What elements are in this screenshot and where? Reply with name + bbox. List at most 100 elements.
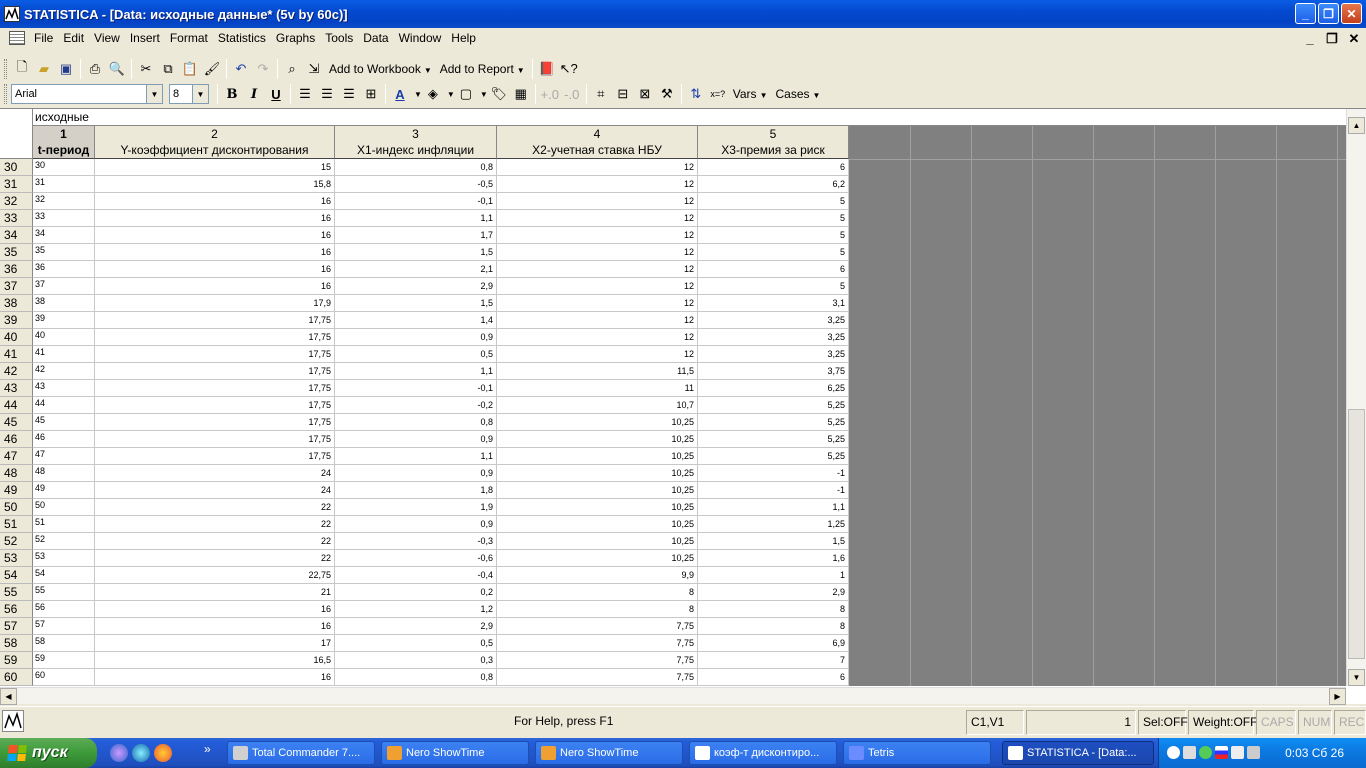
row-header[interactable]: 40 <box>0 329 33 346</box>
table-cell[interactable]: 21 <box>95 584 335 601</box>
grid-icon[interactable]: ▦ <box>510 83 532 105</box>
row-header[interactable]: 52 <box>0 533 33 550</box>
table-cell[interactable]: 40 <box>33 329 95 346</box>
quicklaunch-more-icon[interactable]: » <box>204 742 211 756</box>
sheet-corner[interactable] <box>0 109 33 159</box>
table-cell[interactable]: 1,5 <box>698 533 849 550</box>
table-cell[interactable]: 17,75 <box>95 448 335 465</box>
table-cell[interactable]: 50 <box>33 499 95 516</box>
table-cell[interactable]: 48 <box>33 465 95 482</box>
table-cell[interactable]: 1,25 <box>698 516 849 533</box>
menu-format[interactable]: Format <box>165 31 213 45</box>
table-cell[interactable]: 12 <box>497 261 698 278</box>
table-cell[interactable]: 6 <box>698 669 849 686</box>
table-cell[interactable]: 10,25 <box>497 482 698 499</box>
table-cell[interactable]: 39 <box>33 312 95 329</box>
row-header[interactable]: 44 <box>0 397 33 414</box>
borders-icon[interactable]: ▢ <box>455 83 477 105</box>
column-header-1[interactable]: 1 t-период <box>33 126 95 159</box>
start-button[interactable]: пуск <box>0 738 97 768</box>
table-cell[interactable]: 5 <box>698 227 849 244</box>
table-cell[interactable]: 43 <box>33 380 95 397</box>
table-cell[interactable]: 16 <box>95 601 335 618</box>
table-cell[interactable]: 17 <box>95 635 335 652</box>
scroll-thumb[interactable] <box>1348 409 1365 659</box>
row-header[interactable]: 37 <box>0 278 33 295</box>
table-cell[interactable]: 6,25 <box>698 380 849 397</box>
table-cell[interactable]: 1,1 <box>335 448 497 465</box>
table-cell[interactable]: 42 <box>33 363 95 380</box>
menu-edit[interactable]: Edit <box>58 31 89 45</box>
row-header[interactable]: 34 <box>0 227 33 244</box>
table-cell[interactable]: 0,2 <box>335 584 497 601</box>
table-cell[interactable]: 5,25 <box>698 397 849 414</box>
row-header[interactable]: 58 <box>0 635 33 652</box>
row-header[interactable]: 41 <box>0 346 33 363</box>
table-cell[interactable]: 7,75 <box>497 652 698 669</box>
table-cell[interactable]: 0,9 <box>335 431 497 448</box>
save-icon[interactable]: ▣ <box>55 58 77 80</box>
row-header[interactable]: 47 <box>0 448 33 465</box>
table-cell[interactable]: 55 <box>33 584 95 601</box>
row-header[interactable]: 54 <box>0 567 33 584</box>
table-cell[interactable]: 3,25 <box>698 346 849 363</box>
table-cell[interactable]: 10,25 <box>497 431 698 448</box>
doc-close-icon[interactable]: ✕ <box>1344 30 1364 47</box>
table-cell[interactable]: 22 <box>95 516 335 533</box>
row-header[interactable]: 43 <box>0 380 33 397</box>
table-cell[interactable]: 6,9 <box>698 635 849 652</box>
horizontal-scrollbar[interactable]: ◀ ▶ <box>0 687 1346 705</box>
table-cell[interactable]: 7,75 <box>497 635 698 652</box>
table-cell[interactable]: 1,4 <box>335 312 497 329</box>
row-header[interactable]: 56 <box>0 601 33 618</box>
table-cell[interactable]: 12 <box>497 176 698 193</box>
redo-icon[interactable]: ↷ <box>252 58 274 80</box>
table-cell[interactable]: 10,7 <box>497 397 698 414</box>
table-cell[interactable]: 16 <box>95 618 335 635</box>
table-cell[interactable]: 3,1 <box>698 295 849 312</box>
table-cell[interactable]: 1,5 <box>335 295 497 312</box>
table-cell[interactable]: 17,75 <box>95 363 335 380</box>
table-cell[interactable]: 45 <box>33 414 95 431</box>
table-cell[interactable]: 8 <box>497 601 698 618</box>
table-cell[interactable]: 1,1 <box>698 499 849 516</box>
row-header[interactable]: 38 <box>0 295 33 312</box>
table-cell[interactable]: 53 <box>33 550 95 567</box>
data-spreadsheet[interactable]: исходные 1 t-период 2 Y-коэффициент диск… <box>0 108 1366 705</box>
table-cell[interactable]: 24 <box>95 482 335 499</box>
table-cell[interactable]: -0,3 <box>335 533 497 550</box>
table-cell[interactable]: 9,9 <box>497 567 698 584</box>
fill-color-icon[interactable]: ◈ <box>422 83 444 105</box>
chevron-down-icon[interactable]: ▼ <box>480 90 488 99</box>
table-cell[interactable]: 5,25 <box>698 448 849 465</box>
row-header[interactable]: 51 <box>0 516 33 533</box>
copy-icon[interactable]: ⧉ <box>157 58 179 80</box>
table-cell[interactable]: 17,75 <box>95 397 335 414</box>
table-cell[interactable]: 15,8 <box>95 176 335 193</box>
table-cell[interactable]: 17,75 <box>95 329 335 346</box>
chevron-down-icon[interactable]: ▼ <box>146 85 162 103</box>
scroll-left-icon[interactable]: ◀ <box>0 688 17 705</box>
row-header[interactable]: 48 <box>0 465 33 482</box>
table-cell[interactable]: 36 <box>33 261 95 278</box>
table-cell[interactable]: 0,3 <box>335 652 497 669</box>
cases-menu-button[interactable]: Cases ▼ <box>771 87 824 101</box>
table-cell[interactable]: 2,1 <box>335 261 497 278</box>
table-cell[interactable]: 12 <box>497 193 698 210</box>
table-cell[interactable]: 15 <box>95 159 335 176</box>
doc-minimize-icon[interactable]: _ <box>1300 30 1320 47</box>
new-file-icon[interactable]: 🗋 <box>11 58 33 80</box>
table-cell[interactable]: 17,75 <box>95 312 335 329</box>
table-cell[interactable]: -0,4 <box>335 567 497 584</box>
table-cell[interactable]: 2,9 <box>335 618 497 635</box>
font-color-icon[interactable]: A <box>389 83 411 105</box>
table-cell[interactable]: 10,25 <box>497 414 698 431</box>
table-cell[interactable]: 2,9 <box>335 278 497 295</box>
table-cell[interactable]: -1 <box>698 482 849 499</box>
menu-data[interactable]: Data <box>358 31 393 45</box>
menu-help[interactable]: Help <box>446 31 481 45</box>
table-cell[interactable]: 1,6 <box>698 550 849 567</box>
table-cell[interactable]: -1 <box>698 465 849 482</box>
column-header-4[interactable]: 4 X2-учетная ставка НБУ <box>497 126 698 159</box>
table-cell[interactable]: 5 <box>698 210 849 227</box>
